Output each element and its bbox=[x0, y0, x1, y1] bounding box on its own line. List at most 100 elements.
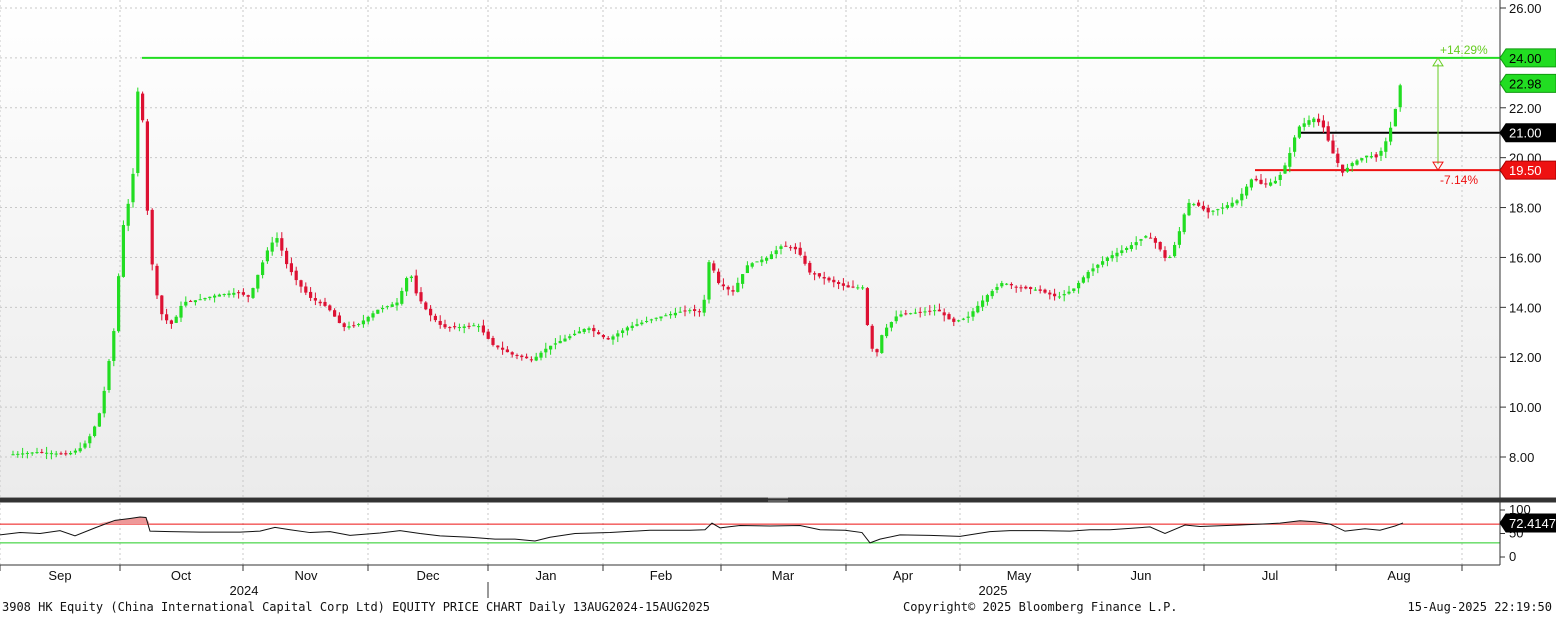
candle-body bbox=[760, 259, 764, 263]
candle-body bbox=[1053, 293, 1057, 297]
candle-body bbox=[40, 451, 44, 453]
candle-body bbox=[1216, 209, 1220, 211]
candle-body bbox=[611, 336, 615, 340]
month-label: Nov bbox=[294, 568, 318, 583]
candle-body bbox=[25, 452, 29, 454]
candle-body bbox=[1125, 247, 1129, 250]
candle-body bbox=[1158, 241, 1162, 250]
candle-body bbox=[597, 332, 601, 335]
candle-body bbox=[933, 310, 937, 312]
candle-body bbox=[419, 292, 423, 302]
candle-body bbox=[145, 121, 149, 211]
candle-body bbox=[1235, 200, 1239, 204]
candle-body bbox=[213, 295, 217, 298]
candle-body bbox=[976, 305, 980, 313]
candle-body bbox=[251, 288, 255, 298]
candle-body bbox=[678, 311, 682, 313]
candle-body bbox=[232, 292, 236, 295]
candle-body bbox=[1249, 179, 1253, 188]
candle-body bbox=[342, 323, 346, 328]
month-label: Aug bbox=[1387, 568, 1410, 583]
month-label: Oct bbox=[171, 568, 192, 583]
candle-body bbox=[453, 326, 457, 328]
candle-body bbox=[333, 310, 337, 317]
candle-body bbox=[1379, 150, 1383, 156]
candle-body bbox=[1360, 158, 1364, 161]
candle-body bbox=[529, 359, 533, 361]
month-label: Jun bbox=[1131, 568, 1152, 583]
candle-body bbox=[765, 257, 769, 261]
candle-body bbox=[376, 309, 380, 314]
candle-body bbox=[952, 318, 956, 322]
candle-body bbox=[265, 250, 269, 262]
candle-body bbox=[822, 277, 826, 279]
candle-body bbox=[1043, 289, 1047, 293]
candle-body bbox=[909, 313, 913, 315]
support-tag-label: 19.50 bbox=[1509, 163, 1542, 178]
candle-body bbox=[1293, 137, 1297, 152]
candle-body bbox=[880, 335, 884, 353]
candle-body bbox=[755, 261, 759, 263]
candle-body bbox=[1302, 123, 1306, 127]
candle-body bbox=[203, 298, 207, 300]
ticker-caption: 3908 HK Equity (China International Capi… bbox=[2, 600, 711, 614]
candle-body bbox=[1312, 118, 1316, 123]
candle-body bbox=[150, 209, 154, 265]
candle-body bbox=[688, 310, 692, 312]
candle-body bbox=[222, 294, 226, 296]
pivot-tag-label: 21.00 bbox=[1509, 126, 1542, 141]
candle-body bbox=[1177, 231, 1181, 245]
candle-body bbox=[83, 443, 87, 448]
candle-body bbox=[957, 320, 961, 322]
candle-body bbox=[1350, 163, 1354, 167]
candle-body bbox=[136, 91, 140, 173]
candle-body bbox=[769, 254, 773, 260]
candle-body bbox=[645, 320, 649, 322]
candle-body bbox=[913, 312, 917, 314]
candle-body bbox=[789, 247, 793, 249]
candle-body bbox=[544, 348, 548, 353]
candle-body bbox=[1211, 210, 1215, 212]
candle-body bbox=[309, 291, 313, 298]
candle-body bbox=[285, 250, 289, 265]
candle-body bbox=[467, 325, 471, 327]
candle-body bbox=[1067, 291, 1071, 294]
candle-body bbox=[731, 290, 735, 292]
candle-body bbox=[496, 345, 500, 348]
candle-body bbox=[112, 331, 116, 361]
candle-body bbox=[69, 453, 73, 455]
candle-body bbox=[11, 454, 15, 456]
candle-body bbox=[990, 291, 994, 297]
candle-body bbox=[165, 314, 169, 321]
candle-body bbox=[1019, 287, 1023, 289]
candle-body bbox=[227, 293, 231, 296]
candle-body bbox=[304, 286, 308, 293]
candle-body bbox=[654, 317, 658, 319]
candle-body bbox=[635, 324, 639, 326]
candle-body bbox=[472, 325, 476, 327]
candle-body bbox=[813, 273, 817, 275]
candle-body bbox=[481, 325, 485, 333]
equity-price-chart: +14.29% -7.14% 8.00 10.00 12.00 14.00 16.00 18… bbox=[0, 0, 1556, 598]
candle-body bbox=[486, 331, 490, 339]
candle-body bbox=[1355, 160, 1359, 165]
candle-body bbox=[457, 327, 461, 329]
candle-body bbox=[568, 336, 572, 339]
candle-body bbox=[1317, 118, 1321, 123]
candle-body bbox=[721, 284, 725, 287]
candle-body bbox=[1072, 288, 1076, 291]
candle-body bbox=[1336, 153, 1340, 164]
candle-body bbox=[702, 299, 706, 313]
candle-body bbox=[352, 325, 356, 327]
candle-body bbox=[217, 294, 221, 297]
candle-body bbox=[241, 292, 245, 295]
candle-body bbox=[318, 301, 322, 304]
candle-body bbox=[1173, 244, 1177, 257]
month-label: May bbox=[1007, 568, 1032, 583]
candle-body bbox=[1029, 287, 1033, 289]
candle-body bbox=[21, 453, 25, 455]
candle-body bbox=[606, 338, 610, 340]
candle-body bbox=[121, 225, 125, 277]
month-label: Mar bbox=[772, 568, 795, 583]
candle-body bbox=[49, 453, 53, 455]
